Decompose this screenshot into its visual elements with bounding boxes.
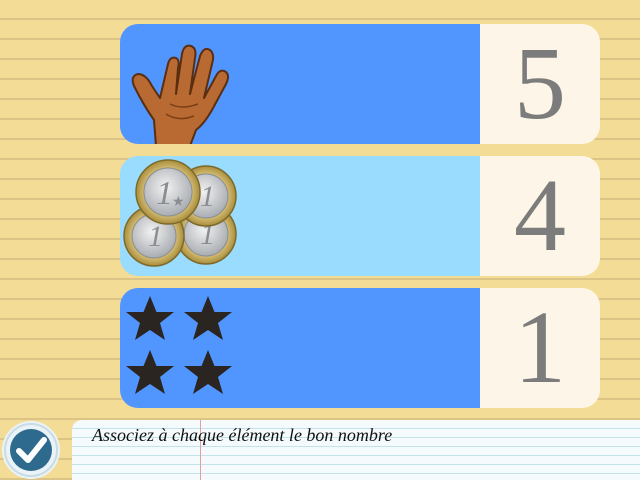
hand-icon <box>131 44 229 144</box>
picture-cell-hand[interactable] <box>120 24 480 144</box>
match-row-coins: 1 1 1 1 ★ 4 <box>120 156 600 276</box>
match-row-stars: 1 <box>120 288 600 408</box>
star-icon <box>184 296 232 340</box>
svg-text:1: 1 <box>156 175 173 212</box>
picture-cell-stars[interactable] <box>120 288 480 408</box>
number-box[interactable]: 5 <box>480 24 600 144</box>
star-icon <box>126 296 174 340</box>
match-row-hand: 5 <box>120 24 600 144</box>
instruction-bar: Associez à chaque élément le bon nombre <box>72 420 640 480</box>
number-box[interactable]: 4 <box>480 156 600 276</box>
svg-text:1: 1 <box>200 180 215 213</box>
instruction-text: Associez à chaque élément le bon nombre <box>92 425 393 445</box>
star-icon <box>184 350 232 394</box>
svg-text:1: 1 <box>148 220 163 253</box>
svg-text:★: ★ <box>172 194 185 210</box>
validate-button[interactable] <box>2 421 60 479</box>
picture-cell-coins[interactable]: 1 1 1 1 ★ <box>120 156 480 276</box>
number-box[interactable]: 1 <box>480 288 600 408</box>
star-icon <box>126 350 174 394</box>
euro-coin-icon: 1 ★ <box>135 159 201 225</box>
